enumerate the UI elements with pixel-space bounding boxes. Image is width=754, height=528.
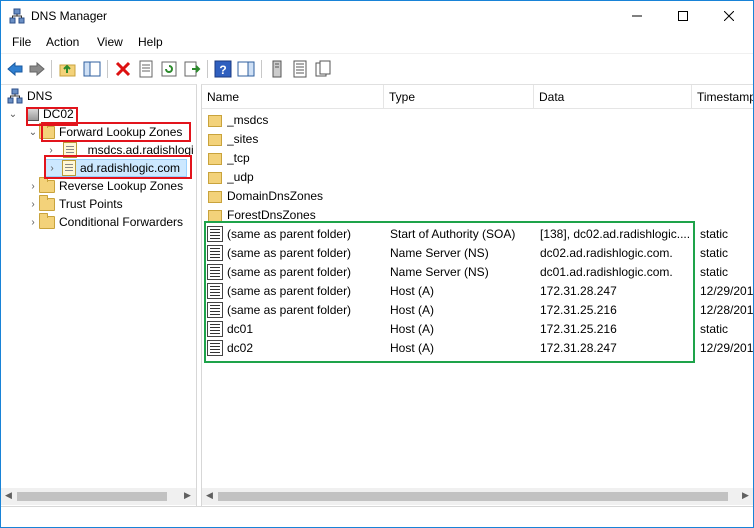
export-list-icon[interactable] [183, 60, 201, 78]
column-timestamp[interactable]: Timestamp [692, 85, 753, 109]
tree-label-conditional-forwarders: Conditional Forwarders [59, 215, 184, 229]
highlight-box-records [204, 221, 695, 363]
folder-icon [208, 115, 222, 127]
chevron-right-icon[interactable]: › [27, 181, 39, 192]
maximize-icon [678, 11, 688, 21]
tree-item-conditional-forwarders[interactable]: › Conditional Forwarders [27, 212, 184, 231]
record-list-icon[interactable] [291, 60, 309, 78]
scroll-right-icon[interactable]: ▶ [742, 490, 749, 501]
server-icon[interactable] [268, 60, 286, 78]
chevron-right-icon[interactable]: › [45, 145, 57, 156]
folder-icon [208, 172, 222, 184]
folder-icon [208, 191, 222, 203]
minimize-button[interactable] [614, 1, 660, 31]
tree-label-dns: DNS [27, 89, 53, 103]
folder-name: _udp [227, 170, 254, 184]
list-scroll-thumb[interactable] [218, 492, 728, 501]
tree-item-trust-points[interactable]: › Trust Points [27, 194, 123, 213]
list-horizontal-scrollbar[interactable]: ◀ ▶ [202, 488, 753, 505]
tree-scroll-thumb[interactable] [17, 492, 167, 501]
column-type[interactable]: Type [384, 85, 534, 109]
chevron-down-icon[interactable]: ⌄ [27, 127, 39, 138]
up-folder-icon[interactable] [59, 60, 77, 78]
folder-icon [208, 153, 222, 165]
folder-name: _tcp [227, 151, 250, 165]
record-timestamp: 12/29/2018 [700, 284, 753, 298]
chevron-right-icon[interactable]: › [27, 199, 39, 210]
dns-app-icon [9, 8, 25, 24]
menu-action[interactable]: Action [46, 35, 79, 49]
svg-text:?: ? [219, 63, 226, 77]
tree-horizontal-scrollbar[interactable]: ◀ ▶ [1, 488, 196, 505]
window-title: DNS Manager [31, 9, 108, 23]
highlight-box-forward-zones [41, 122, 191, 142]
dns-root-icon [7, 88, 23, 104]
folder-icon [39, 176, 55, 193]
close-icon [724, 11, 734, 21]
scroll-left-icon[interactable]: ◀ [206, 490, 213, 501]
properties-icon[interactable] [137, 60, 155, 78]
tree-item-dns[interactable]: DNS [7, 87, 52, 105]
action-pane-icon[interactable] [237, 60, 255, 78]
record-timestamp: 12/29/2018 [700, 341, 753, 355]
list-header: Name Type Data Timestamp [202, 85, 753, 109]
folder-name: _msdcs [227, 113, 269, 127]
folder-name: DomainDnsZones [227, 189, 324, 203]
list-item[interactable]: _udp [202, 168, 753, 187]
maximize-button[interactable] [660, 1, 706, 31]
tree-label-trust-points: Trust Points [59, 197, 123, 211]
folder-icon [208, 134, 222, 146]
close-button[interactable] [706, 1, 752, 31]
chevron-right-icon[interactable]: › [27, 217, 39, 228]
tree-item-reverse-lookup-zones[interactable]: › Reverse Lookup Zones [27, 176, 184, 195]
scroll-left-icon[interactable]: ◀ [5, 490, 12, 501]
record-timestamp: static [700, 265, 729, 279]
menu-view[interactable]: View [97, 35, 123, 49]
status-bar [1, 506, 753, 527]
delete-icon[interactable] [114, 60, 132, 78]
console-tree-pane[interactable]: DNS ⌄ DC02 ⌄ Forward Lookup Zones › _msd… [1, 84, 197, 506]
menu-help[interactable]: Help [138, 35, 163, 49]
list-item[interactable]: _tcp [202, 149, 753, 168]
chevron-down-icon[interactable]: ⌄ [7, 109, 19, 120]
tree-label-reverse-lookup-zones: Reverse Lookup Zones [59, 179, 184, 193]
record-timestamp: static [700, 322, 729, 336]
folder-icon [39, 194, 55, 211]
minimize-icon [632, 15, 642, 17]
refresh-icon[interactable] [160, 60, 178, 78]
column-data[interactable]: Data [534, 85, 692, 109]
scroll-right-icon[interactable]: ▶ [184, 490, 191, 501]
folder-name: _sites [227, 132, 259, 146]
highlight-box-ad-zone [44, 155, 192, 179]
column-name[interactable]: Name [202, 85, 384, 109]
show-hide-tree-icon[interactable] [83, 60, 101, 78]
results-list-pane[interactable]: Name Type Data Timestamp _msdcs _sites _… [201, 84, 753, 506]
toolbar: ? [1, 53, 753, 83]
list-item[interactable]: _sites [202, 130, 753, 149]
list-item[interactable]: _msdcs [202, 111, 753, 130]
menu-file[interactable]: File [12, 35, 31, 49]
title-bar[interactable]: DNS Manager [1, 1, 753, 31]
record-timestamp: static [700, 227, 729, 241]
help-icon[interactable]: ? [214, 60, 232, 78]
folder-icon [39, 212, 55, 229]
dns-manager-window: DNS Manager File Action View Help ? DNS … [0, 0, 754, 528]
forward-arrow-icon[interactable] [28, 60, 46, 78]
copy-records-icon[interactable] [314, 60, 332, 78]
menu-bar: File Action View Help [1, 31, 753, 53]
back-arrow-icon[interactable] [6, 60, 24, 78]
list-item[interactable]: DomainDnsZones [202, 187, 753, 206]
record-timestamp: static [700, 246, 729, 260]
record-timestamp: 12/28/2018 [700, 303, 753, 317]
